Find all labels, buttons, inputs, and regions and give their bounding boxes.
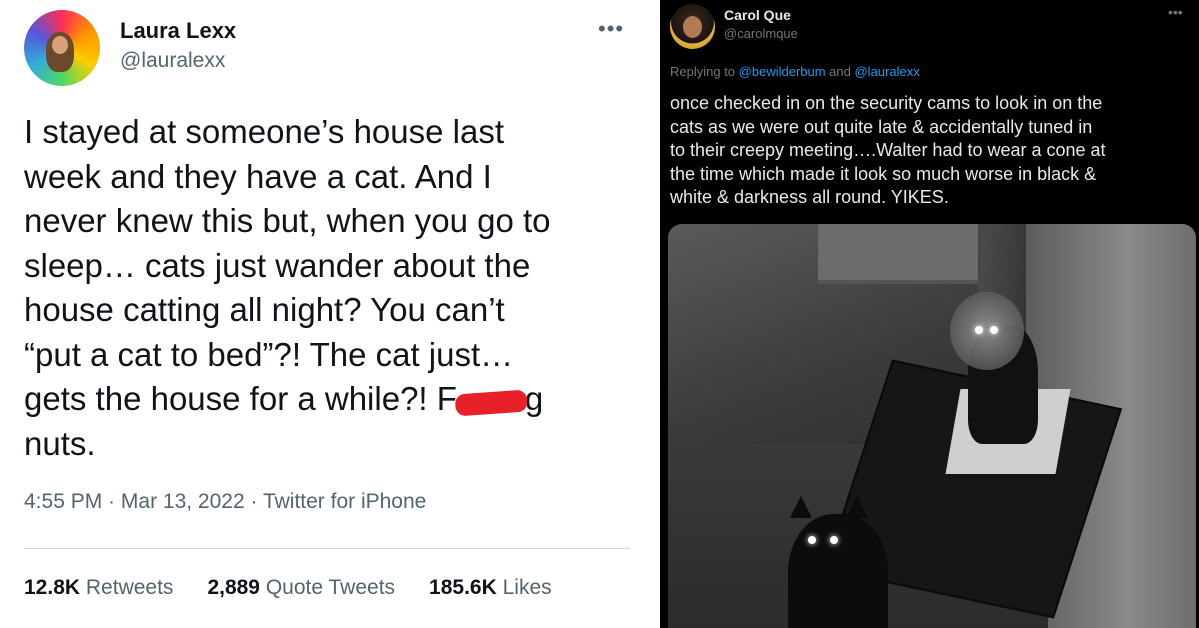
retweets-count: 12.8K	[24, 576, 81, 599]
cat-eye	[808, 536, 816, 544]
tweet-line: to their creepy meeting….Walter had to w…	[670, 140, 1106, 160]
black-cat	[788, 514, 888, 628]
avatar[interactable]	[670, 4, 715, 49]
reply-user-link[interactable]: @lauralexx	[854, 64, 919, 79]
tweet-line: nuts.	[24, 424, 96, 462]
retweets-stat[interactable]: 12.8K Retweets	[24, 576, 173, 600]
replying-and: and	[825, 64, 855, 79]
cat-eye	[975, 326, 983, 334]
avatar[interactable]	[24, 10, 100, 86]
avatar-face	[52, 36, 68, 54]
right-tweet: Carol Que @carolmque ••• Replying to @be…	[660, 0, 1199, 628]
likes-count: 185.6K	[429, 576, 497, 599]
censor-tail: g	[524, 380, 544, 417]
tweet-line: sleep… cats just wander about the	[24, 246, 531, 284]
more-options-icon[interactable]: •••	[1168, 4, 1183, 20]
tweet-line: never knew this but, when you go to	[24, 202, 551, 239]
tweet-line: once checked in on the security cams to …	[670, 93, 1103, 113]
tweet-text: I stayed at someone’s house last week an…	[24, 110, 634, 466]
tweet-line: cats as we were out quite late & acciden…	[670, 116, 1093, 137]
tweet-time[interactable]: 4:55 PM	[24, 490, 102, 513]
tweet-photo[interactable]	[668, 224, 1196, 628]
likes-stat[interactable]: 185.6K Likes	[429, 576, 552, 600]
tweet-line: house catting all night? You can’t	[24, 291, 505, 328]
cat-cone	[950, 292, 1024, 370]
tweet-stats: 12.8K Retweets 2,889 Quote Tweets 185.6K…	[24, 576, 586, 600]
tweet-line: “put a cat to bed”?! The cat just…	[24, 335, 514, 373]
tweet-line-censored: gets the house for a while?! F g	[24, 377, 634, 422]
likes-label: Likes	[502, 576, 552, 599]
author-handle[interactable]: @carolmque	[724, 26, 798, 41]
author-handle[interactable]: @lauralexx	[120, 49, 225, 73]
replying-to: Replying to @bewilderbum and @lauralexx	[670, 64, 920, 79]
tweet-meta: 4:55 PM · Mar 13, 2022 · Twitter for iPh…	[24, 490, 426, 514]
quote-tweets-label: Quote Tweets	[265, 576, 396, 599]
tweet-text: once checked in on the security cams to …	[670, 92, 1195, 210]
reply-user-link[interactable]: @bewilderbum	[739, 64, 826, 79]
tweet-date[interactable]: Mar 13, 2022	[121, 490, 245, 513]
photo-doorway	[818, 224, 978, 284]
author-name[interactable]: Carol Que	[724, 7, 791, 23]
tweet-line: the time which made it look so much wors…	[670, 163, 1097, 184]
author-name[interactable]: Laura Lexx	[120, 18, 236, 44]
censor-scribble	[454, 389, 528, 417]
divider	[24, 548, 630, 549]
cat-eye	[990, 326, 998, 334]
replying-prefix: Replying to	[670, 64, 739, 79]
meta-separator: ·	[102, 490, 121, 513]
cat-eye	[830, 536, 838, 544]
quote-tweets-count: 2,889	[207, 576, 260, 599]
tweet-client[interactable]: Twitter for iPhone	[263, 490, 426, 513]
avatar-face	[683, 16, 702, 38]
cat-ear	[790, 496, 812, 518]
quote-tweets-stat[interactable]: 2,889 Quote Tweets	[207, 576, 395, 600]
left-tweet: Laura Lexx @lauralexx ••• I stayed at so…	[0, 0, 656, 628]
more-options-icon[interactable]: •••	[598, 16, 624, 42]
retweets-label: Retweets	[85, 576, 174, 599]
tweet-line: I stayed at someone’s house last	[24, 113, 505, 150]
tweet-line: week and they have a cat. And I	[24, 157, 492, 195]
tweet-line-text: gets the house for a while?! F	[24, 380, 457, 417]
tweet-line: white & darkness all round. YIKES.	[670, 187, 949, 207]
meta-separator: ·	[244, 490, 263, 513]
